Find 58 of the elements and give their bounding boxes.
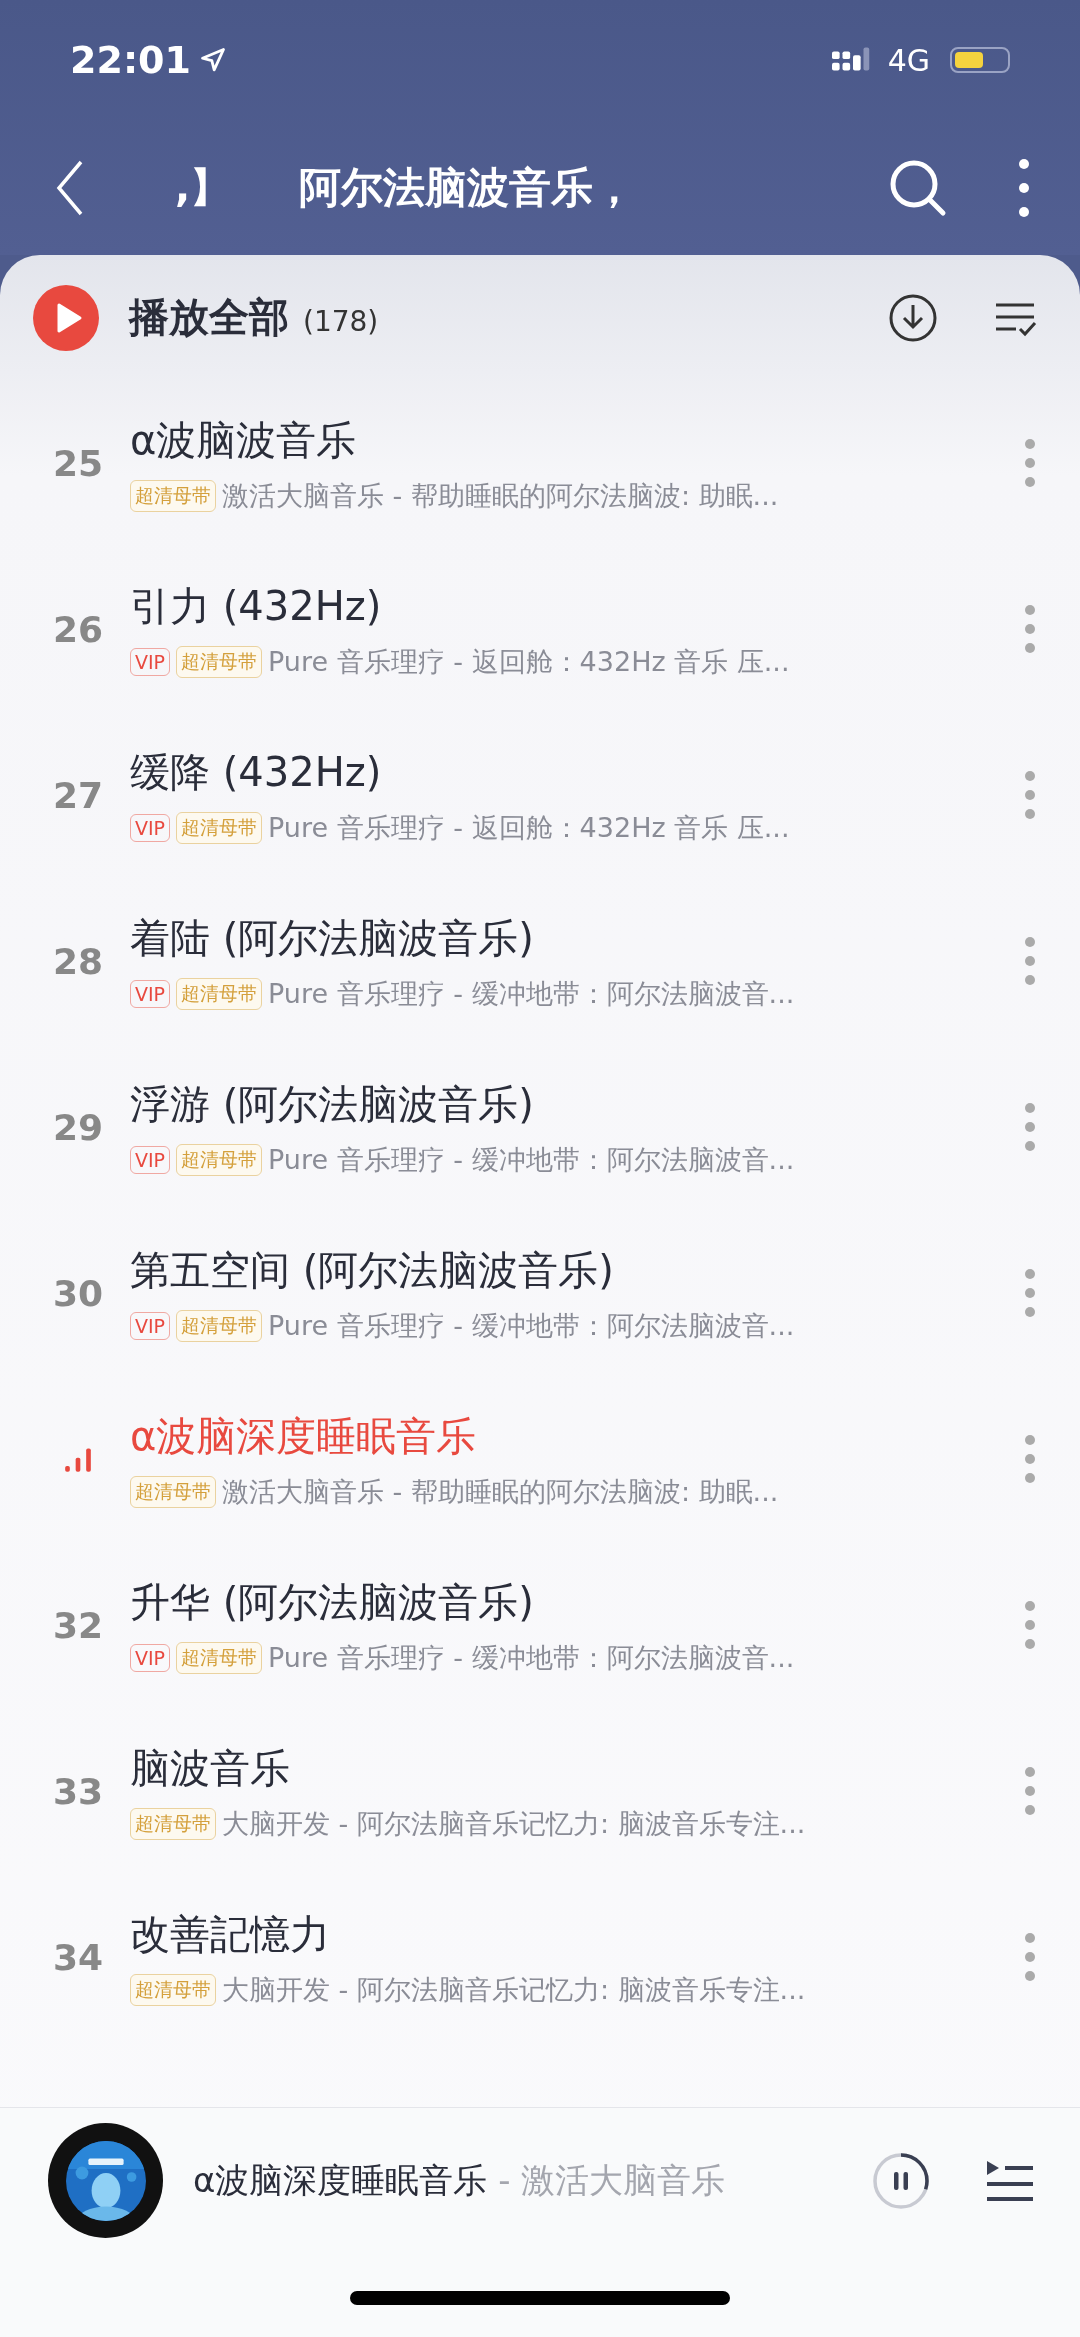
song-count: (178) (303, 305, 379, 338)
nav-title: 阿尔法脑波音乐， (299, 161, 635, 214)
song-artist-album: Pure 音乐理疗 - 缓冲地带：阿尔法脑波音... (268, 1640, 795, 1675)
vip-badge: VIP (130, 1311, 171, 1340)
track-number: 25 (52, 442, 104, 484)
track-number: 28 (52, 940, 104, 982)
quality-badge: 超清母带 (130, 1475, 216, 1508)
now-playing-title[interactable]: α波脑深度睡眠音乐 (193, 2159, 488, 2200)
quality-badge: 超清母带 (130, 479, 216, 512)
song-title[interactable]: 引力 (432Hz) (130, 578, 1024, 634)
quality-badge: 超清母带 (176, 977, 263, 1010)
song-artist-album: Pure 音乐理疗 - 返回舱：432Hz 音乐 压... (268, 810, 790, 845)
song-title[interactable]: α波脑波音乐 (130, 412, 1024, 468)
vip-badge: VIP (130, 647, 171, 676)
track-number: 34 (52, 1936, 104, 1978)
vip-badge: VIP (130, 813, 171, 842)
song-artist-album: Pure 音乐理疗 - 缓冲地带：阿尔法脑波音... (268, 1142, 795, 1177)
vip-badge: VIP (130, 979, 171, 1008)
vip-badge: VIP (130, 1643, 171, 1672)
song-artist-album: Pure 音乐理疗 - 返回舱：432Hz 音乐 压... (268, 644, 790, 679)
song-artist-album: 激活大脑音乐 - 帮助睡眠的阿尔法脑波: 助眠... (222, 478, 779, 513)
quality-badge: 超清母带 (176, 1309, 263, 1342)
quality-badge: 超清母带 (176, 1641, 263, 1674)
vip-badge: VIP (130, 1145, 171, 1174)
quality-badge: 超清母带 (176, 645, 263, 678)
quality-badge: 超清母带 (176, 1143, 263, 1176)
more-icon[interactable] (1018, 157, 1030, 218)
song-artist-album: Pure 音乐理疗 - 缓冲地带：阿尔法脑波音... (268, 976, 795, 1011)
song-title[interactable]: 脑波音乐 (130, 1740, 1024, 1796)
status-time: 22:01 (70, 38, 191, 82)
play-all-icon[interactable] (33, 284, 99, 351)
play-all-label[interactable]: 播放全部 (129, 290, 289, 345)
network-label: 4G (887, 42, 930, 78)
quality-badge: 超清母带 (176, 811, 263, 844)
location-arrow-icon (198, 46, 227, 74)
track-number: 32 (52, 1604, 104, 1646)
song-title[interactable]: 改善記憶力 (130, 1906, 1024, 1962)
download-icon[interactable] (888, 292, 938, 343)
track-number: 33 (52, 1770, 104, 1812)
song-title[interactable]: 浮游 (阿尔法脑波音乐) (130, 1076, 1024, 1132)
track-number: 26 (52, 608, 104, 650)
song-artist-album: 大脑开发 - 阿尔法脑音乐记忆力: 脑波音乐专注... (222, 1972, 806, 2007)
song-artist-album: 激活大脑音乐 - 帮助睡眠的阿尔法脑波: 助眠... (222, 1474, 779, 1509)
nav-title-fragment: ,】 (175, 163, 215, 212)
song-title[interactable]: 升华 (阿尔法脑波音乐) (130, 1574, 1024, 1630)
track-number: 30 (52, 1272, 104, 1314)
song-title[interactable]: 第五空间 (阿尔法脑波音乐) (130, 1242, 1024, 1298)
track-number: 27 (52, 774, 104, 816)
song-title[interactable]: 着陆 (阿尔法脑波音乐) (130, 910, 1024, 966)
playlist-icon[interactable] (985, 2158, 1035, 2203)
song-title[interactable]: 缓降 (432Hz) (130, 744, 1024, 800)
quality-badge: 超清母带 (130, 1973, 216, 2006)
song-title[interactable]: α波脑深度睡眠音乐 (130, 1408, 1024, 1464)
quality-badge: 超清母带 (130, 1807, 216, 1840)
song-artist-album: Pure 音乐理疗 - 缓冲地带：阿尔法脑波音... (268, 1308, 795, 1343)
battery-icon (950, 47, 1010, 73)
song-artist-album: 大脑开发 - 阿尔法脑音乐记忆力: 脑波音乐专注... (222, 1806, 806, 1841)
track-number: 29 (52, 1106, 104, 1148)
